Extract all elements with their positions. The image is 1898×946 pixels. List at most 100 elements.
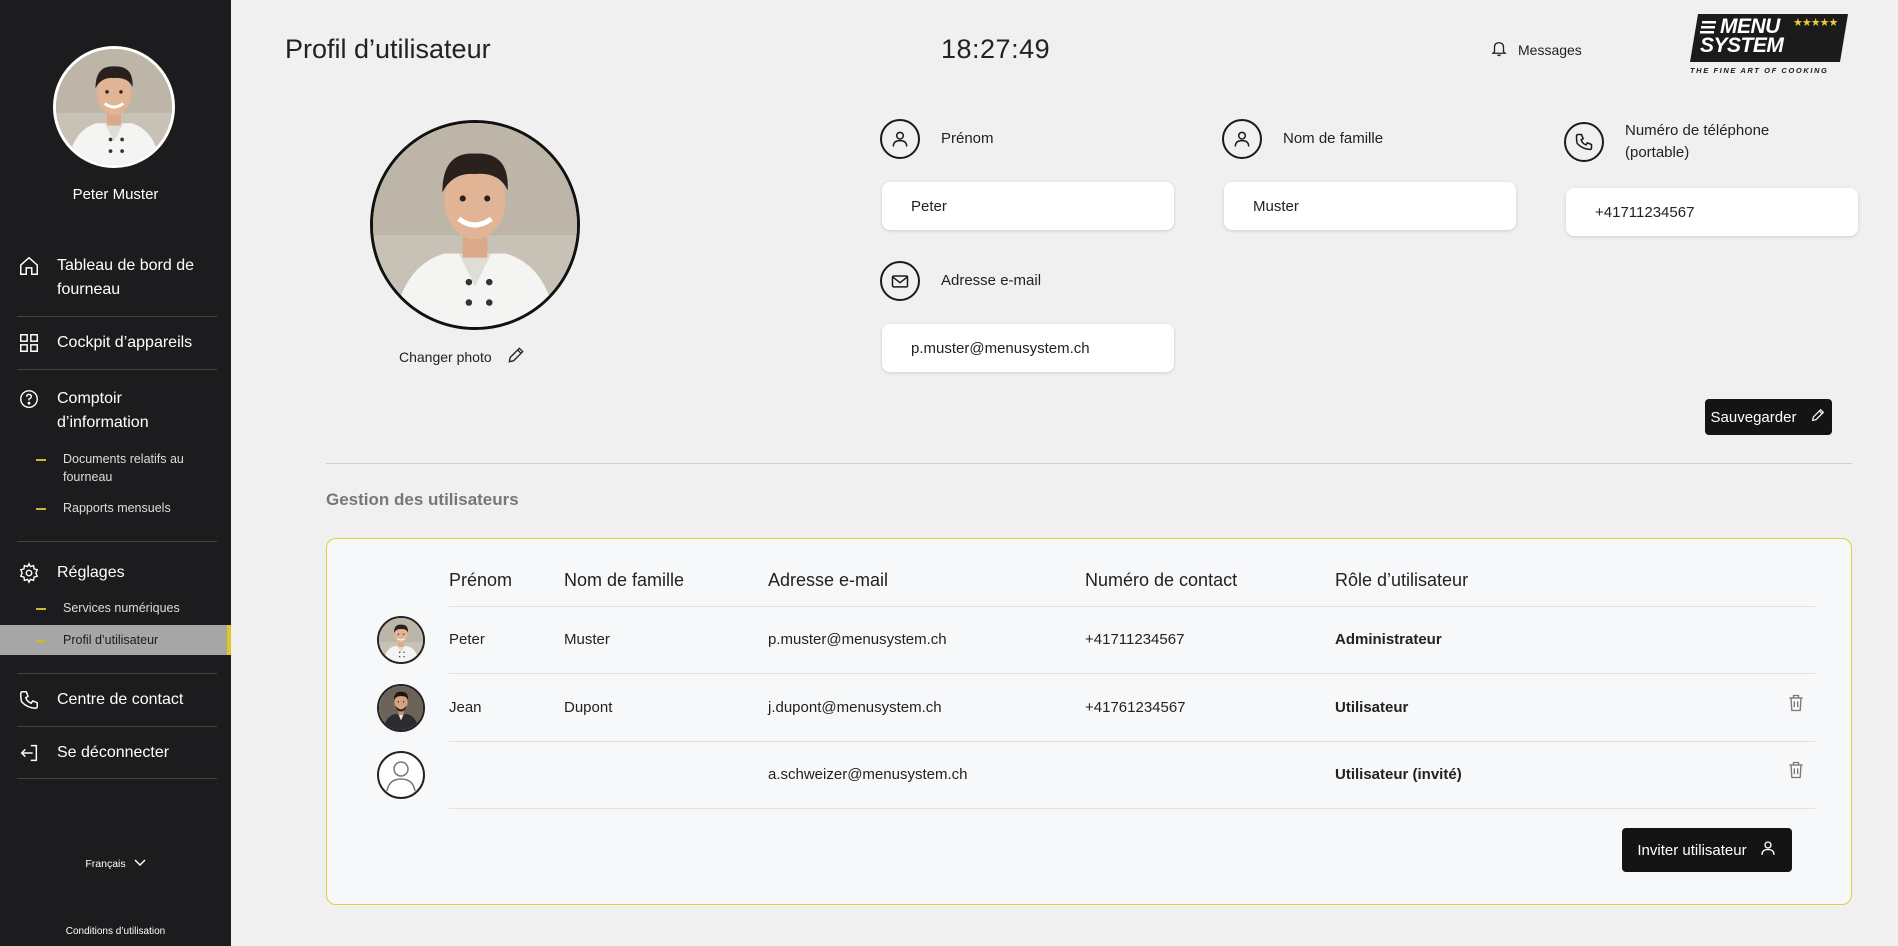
change-photo-label: Changer photo [399,348,492,365]
sidebar: Peter Muster Tableau de bord de fourneau… [0,0,231,946]
help-circle-icon [17,387,41,411]
table-cell-email: a.schweizer@menusystem.ch [768,766,968,783]
delete-user-button[interactable] [1784,693,1808,717]
grid-icon [17,331,41,355]
table-cell-role: Utilisateur (invité) [1335,766,1462,783]
row-divider [449,741,1815,742]
email-label: Adresse e-mail [880,261,1041,301]
sidebar-divider [17,316,217,317]
page-title: Profil d’utilisateur [285,34,491,64]
sidebar-item-label: Tableau de bord de fourneau [57,257,194,298]
table-cell-phone: +41711234567 [1085,631,1185,648]
table-cell-last-name: Dupont [564,699,613,716]
sidebar-item-contact[interactable]: Centre de contact [17,688,217,712]
delete-user-button[interactable] [1784,760,1808,784]
user-management-title: Gestion des utilisateurs [326,490,519,509]
sidebar-divider [17,369,217,370]
phone-input[interactable] [1566,188,1858,236]
sidebar-subitem-digital-services[interactable]: Services numériques [0,599,231,617]
field-label-text: Prénom [941,130,994,147]
user-icon [1759,839,1777,861]
column-header-email: Adresse e-mail [768,570,889,590]
user-avatar [377,684,425,732]
save-button[interactable]: Sauvegarder [1705,399,1832,435]
user-avatar-placeholder [377,751,425,799]
logo-line-2: SYSTEM [1700,34,1784,57]
bullet-dash [36,608,46,610]
phone-label: Numéro de téléphone (portable) [1564,120,1769,164]
sidebar-item-label: Cockpit d’appareils [57,334,193,351]
profile-photo [370,120,580,330]
sidebar-item-info[interactable]: Comptoir d’information [17,387,217,435]
sidebar-subitem-label: Services numériques [63,601,180,615]
trash-icon [1786,759,1806,786]
sidebar-item-cockpit[interactable]: Cockpit d’appareils [17,331,217,355]
field-label-text: Adresse e-mail [941,272,1042,289]
bullet-dash [36,640,46,642]
pencil-icon [506,345,526,368]
sidebar-item-label: Comptoir d’information [57,390,149,431]
user-icon [880,119,920,159]
user-avatar [377,616,425,664]
last-name-label: Nom de famille [1222,119,1383,159]
sidebar-item-label: Centre de contact [57,691,184,708]
row-divider [449,606,1815,607]
sidebar-item-logout[interactable]: Se déconnecter [17,741,217,765]
user-icon [1222,119,1262,159]
pencil-icon [1810,407,1826,427]
sidebar-avatar[interactable] [53,46,175,168]
field-label-text: Numéro de téléphone (portable) [1625,120,1769,164]
bell-icon [1490,38,1508,61]
row-divider [449,673,1815,674]
section-divider [326,463,1852,464]
sidebar-item-label: Réglages [57,564,125,581]
sidebar-divider [17,778,217,779]
change-photo-button[interactable]: Changer photo [399,345,526,368]
column-header-first-name: Prénom [449,570,513,590]
invite-user-button[interactable]: Inviter utilisateur [1622,828,1792,872]
phone-icon [17,688,41,712]
clock: 18:27:49 [941,34,1051,64]
trash-icon [1786,692,1806,719]
table-cell-email: p.muster@menusystem.ch [768,631,947,648]
table-cell-role: Utilisateur [1335,699,1409,716]
email-input[interactable] [882,324,1174,372]
sidebar-item-dashboard[interactable]: Tableau de bord de fourneau [17,254,217,302]
bullet-dash [36,459,46,461]
chevron-down-icon [134,858,146,870]
logo-tagline: THE FINE ART OF COOKING [1690,66,1829,75]
sidebar-subitem-label: Documents relatifs au fourneau [63,452,184,484]
terms-link[interactable]: Conditions d’utilisation [0,926,231,937]
mail-icon [880,261,920,301]
sidebar-user-name: Peter Muster [72,186,159,203]
save-label: Sauvegarder [1710,408,1797,426]
sidebar-divider [17,541,217,542]
table-cell-role: Administrateur [1335,631,1442,648]
column-header-last-name: Nom de famille [564,570,685,590]
language-label: Français [85,858,126,870]
gear-icon [17,561,41,585]
table-cell-first-name: Jean [449,699,482,716]
sidebar-subitem-user-profile[interactable]: Profil d’utilisateur [0,625,231,655]
sidebar-subitem-reports[interactable]: Rapports mensuels [0,499,231,517]
sidebar-divider [17,673,217,674]
field-label-text: Nom de famille [1283,130,1384,147]
last-name-input[interactable] [1224,182,1516,230]
table-cell-email: j.dupont@menusystem.ch [768,699,942,716]
column-header-role: Rôle d’utilisateur [1335,570,1469,590]
messages-button[interactable]: Messages [1490,38,1582,61]
messages-label: Messages [1518,41,1582,58]
logout-icon [17,741,41,765]
language-selector[interactable]: Français [0,858,231,870]
sidebar-item-settings[interactable]: Réglages [17,561,217,585]
invite-label: Inviter utilisateur [1637,841,1747,859]
sidebar-divider [17,726,217,727]
home-icon [17,254,41,278]
table-cell-phone: +41761234567 [1085,699,1186,716]
phone-label-line-2: (portable) [1625,144,1690,161]
menu-system-logo[interactable]: MENU ★★★★★ SYSTEM THE FINE ART OF COOKIN… [1690,12,1850,78]
bullet-dash [36,508,46,510]
first-name-input[interactable] [882,182,1174,230]
sidebar-subitem-documents[interactable]: Documents relatifs au fourneau [0,450,231,486]
sidebar-subitem-label: Profil d’utilisateur [63,633,159,647]
